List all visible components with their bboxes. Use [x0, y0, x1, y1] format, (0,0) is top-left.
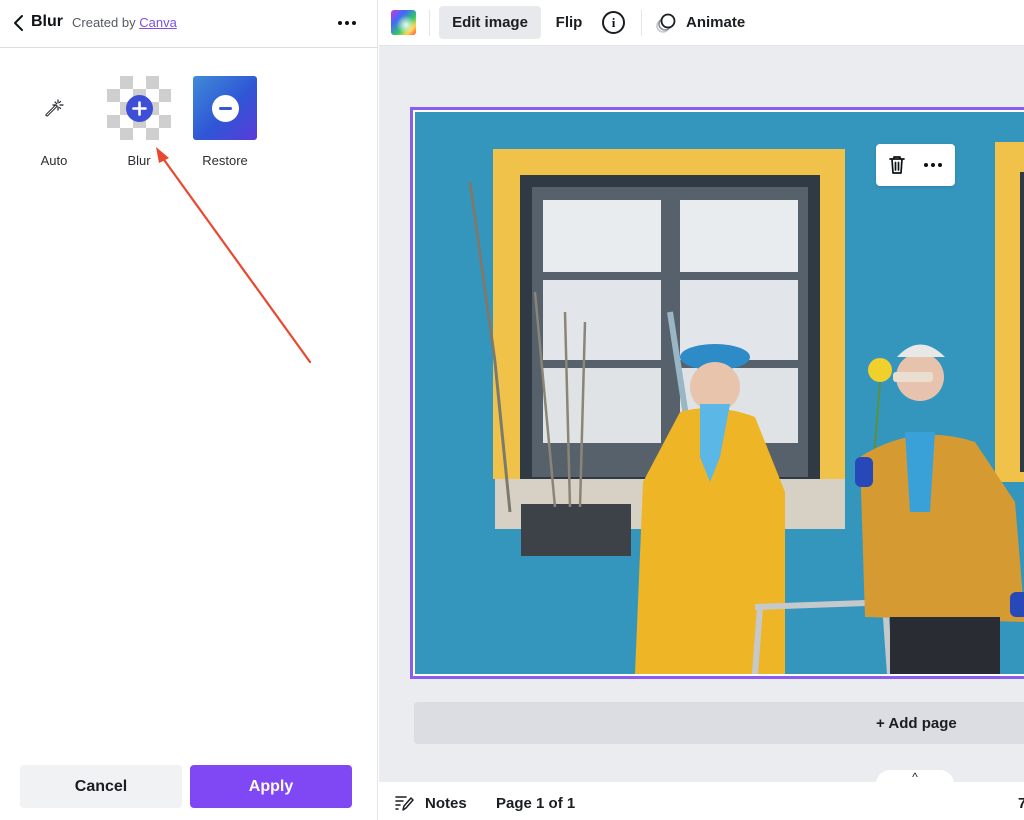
- zoom-level[interactable]: 7: [1018, 795, 1024, 812]
- notes-icon: [395, 796, 414, 811]
- editor-toolbar: Edit image Flip i Animate: [379, 0, 1024, 46]
- page-indicator[interactable]: Page 1 of 1: [496, 795, 575, 812]
- edit-image-button[interactable]: Edit image: [439, 6, 541, 39]
- panel-more-button[interactable]: [334, 12, 360, 34]
- editor-area: Edit image Flip i Animate + Add page ^ N…: [379, 0, 1024, 820]
- toolbar-divider: [429, 10, 430, 36]
- bottom-bar: [379, 782, 1024, 820]
- canvas-photo[interactable]: [415, 112, 1024, 674]
- image-more-button[interactable]: [921, 154, 945, 176]
- notes-button[interactable]: Notes: [395, 791, 467, 815]
- delete-button[interactable]: [886, 154, 908, 176]
- tool-restore[interactable]: Restore: [192, 76, 258, 168]
- cancel-button[interactable]: Cancel: [20, 765, 182, 808]
- notes-label: Notes: [425, 794, 467, 812]
- collapse-pages-button[interactable]: ^: [876, 770, 954, 786]
- info-glyph: i: [611, 14, 616, 30]
- animate-label: Animate: [686, 14, 746, 31]
- tool-blur-label: Blur: [127, 153, 151, 168]
- back-button[interactable]: [10, 12, 30, 34]
- auto-thumbnail: [22, 76, 86, 140]
- annotation-arrow: [156, 147, 312, 364]
- more-dot: [352, 21, 356, 25]
- more-dot: [345, 21, 349, 25]
- apply-button[interactable]: Apply: [190, 765, 352, 808]
- chevron-up-icon: ^: [912, 770, 918, 784]
- more-dot: [931, 163, 935, 167]
- tool-blur[interactable]: Blur: [106, 76, 172, 168]
- animate-button[interactable]: Animate: [654, 6, 754, 39]
- created-by-prefix: Created by: [72, 15, 136, 30]
- info-icon[interactable]: i: [602, 11, 625, 34]
- add-page-button[interactable]: + Add page: [414, 702, 1024, 744]
- created-by: Created by Canva: [72, 15, 177, 30]
- minus-bar: [218, 106, 232, 110]
- flip-button[interactable]: Flip: [549, 6, 589, 39]
- panel-header: Blur Created by Canva: [0, 0, 378, 48]
- more-dot: [938, 163, 942, 167]
- restore-thumbnail: [193, 76, 257, 140]
- creator-link[interactable]: Canva: [139, 15, 177, 30]
- more-dot: [338, 21, 342, 25]
- animate-icon: [656, 13, 676, 33]
- more-dot: [924, 163, 928, 167]
- tool-auto-label: Auto: [40, 153, 68, 168]
- side-panel: Blur Created by Canva Auto Blur Restore …: [0, 0, 378, 820]
- tool-restore-label: Restore: [202, 153, 248, 168]
- tool-auto[interactable]: Auto: [21, 76, 87, 168]
- color-picker-swatch[interactable]: [391, 10, 416, 35]
- chevron-left-icon: [14, 15, 23, 31]
- selected-image-frame[interactable]: [410, 107, 1024, 679]
- magic-wand-icon: [45, 99, 64, 117]
- minus-circle-icon: [211, 94, 239, 122]
- trash-icon: [889, 156, 905, 174]
- photo-illustration: [415, 112, 1024, 674]
- toolbar-divider: [641, 10, 642, 36]
- plus-circle-icon: [126, 95, 153, 122]
- panel-title: Blur: [31, 13, 63, 30]
- image-context-menu: [876, 144, 955, 186]
- blur-thumbnail: [107, 76, 171, 140]
